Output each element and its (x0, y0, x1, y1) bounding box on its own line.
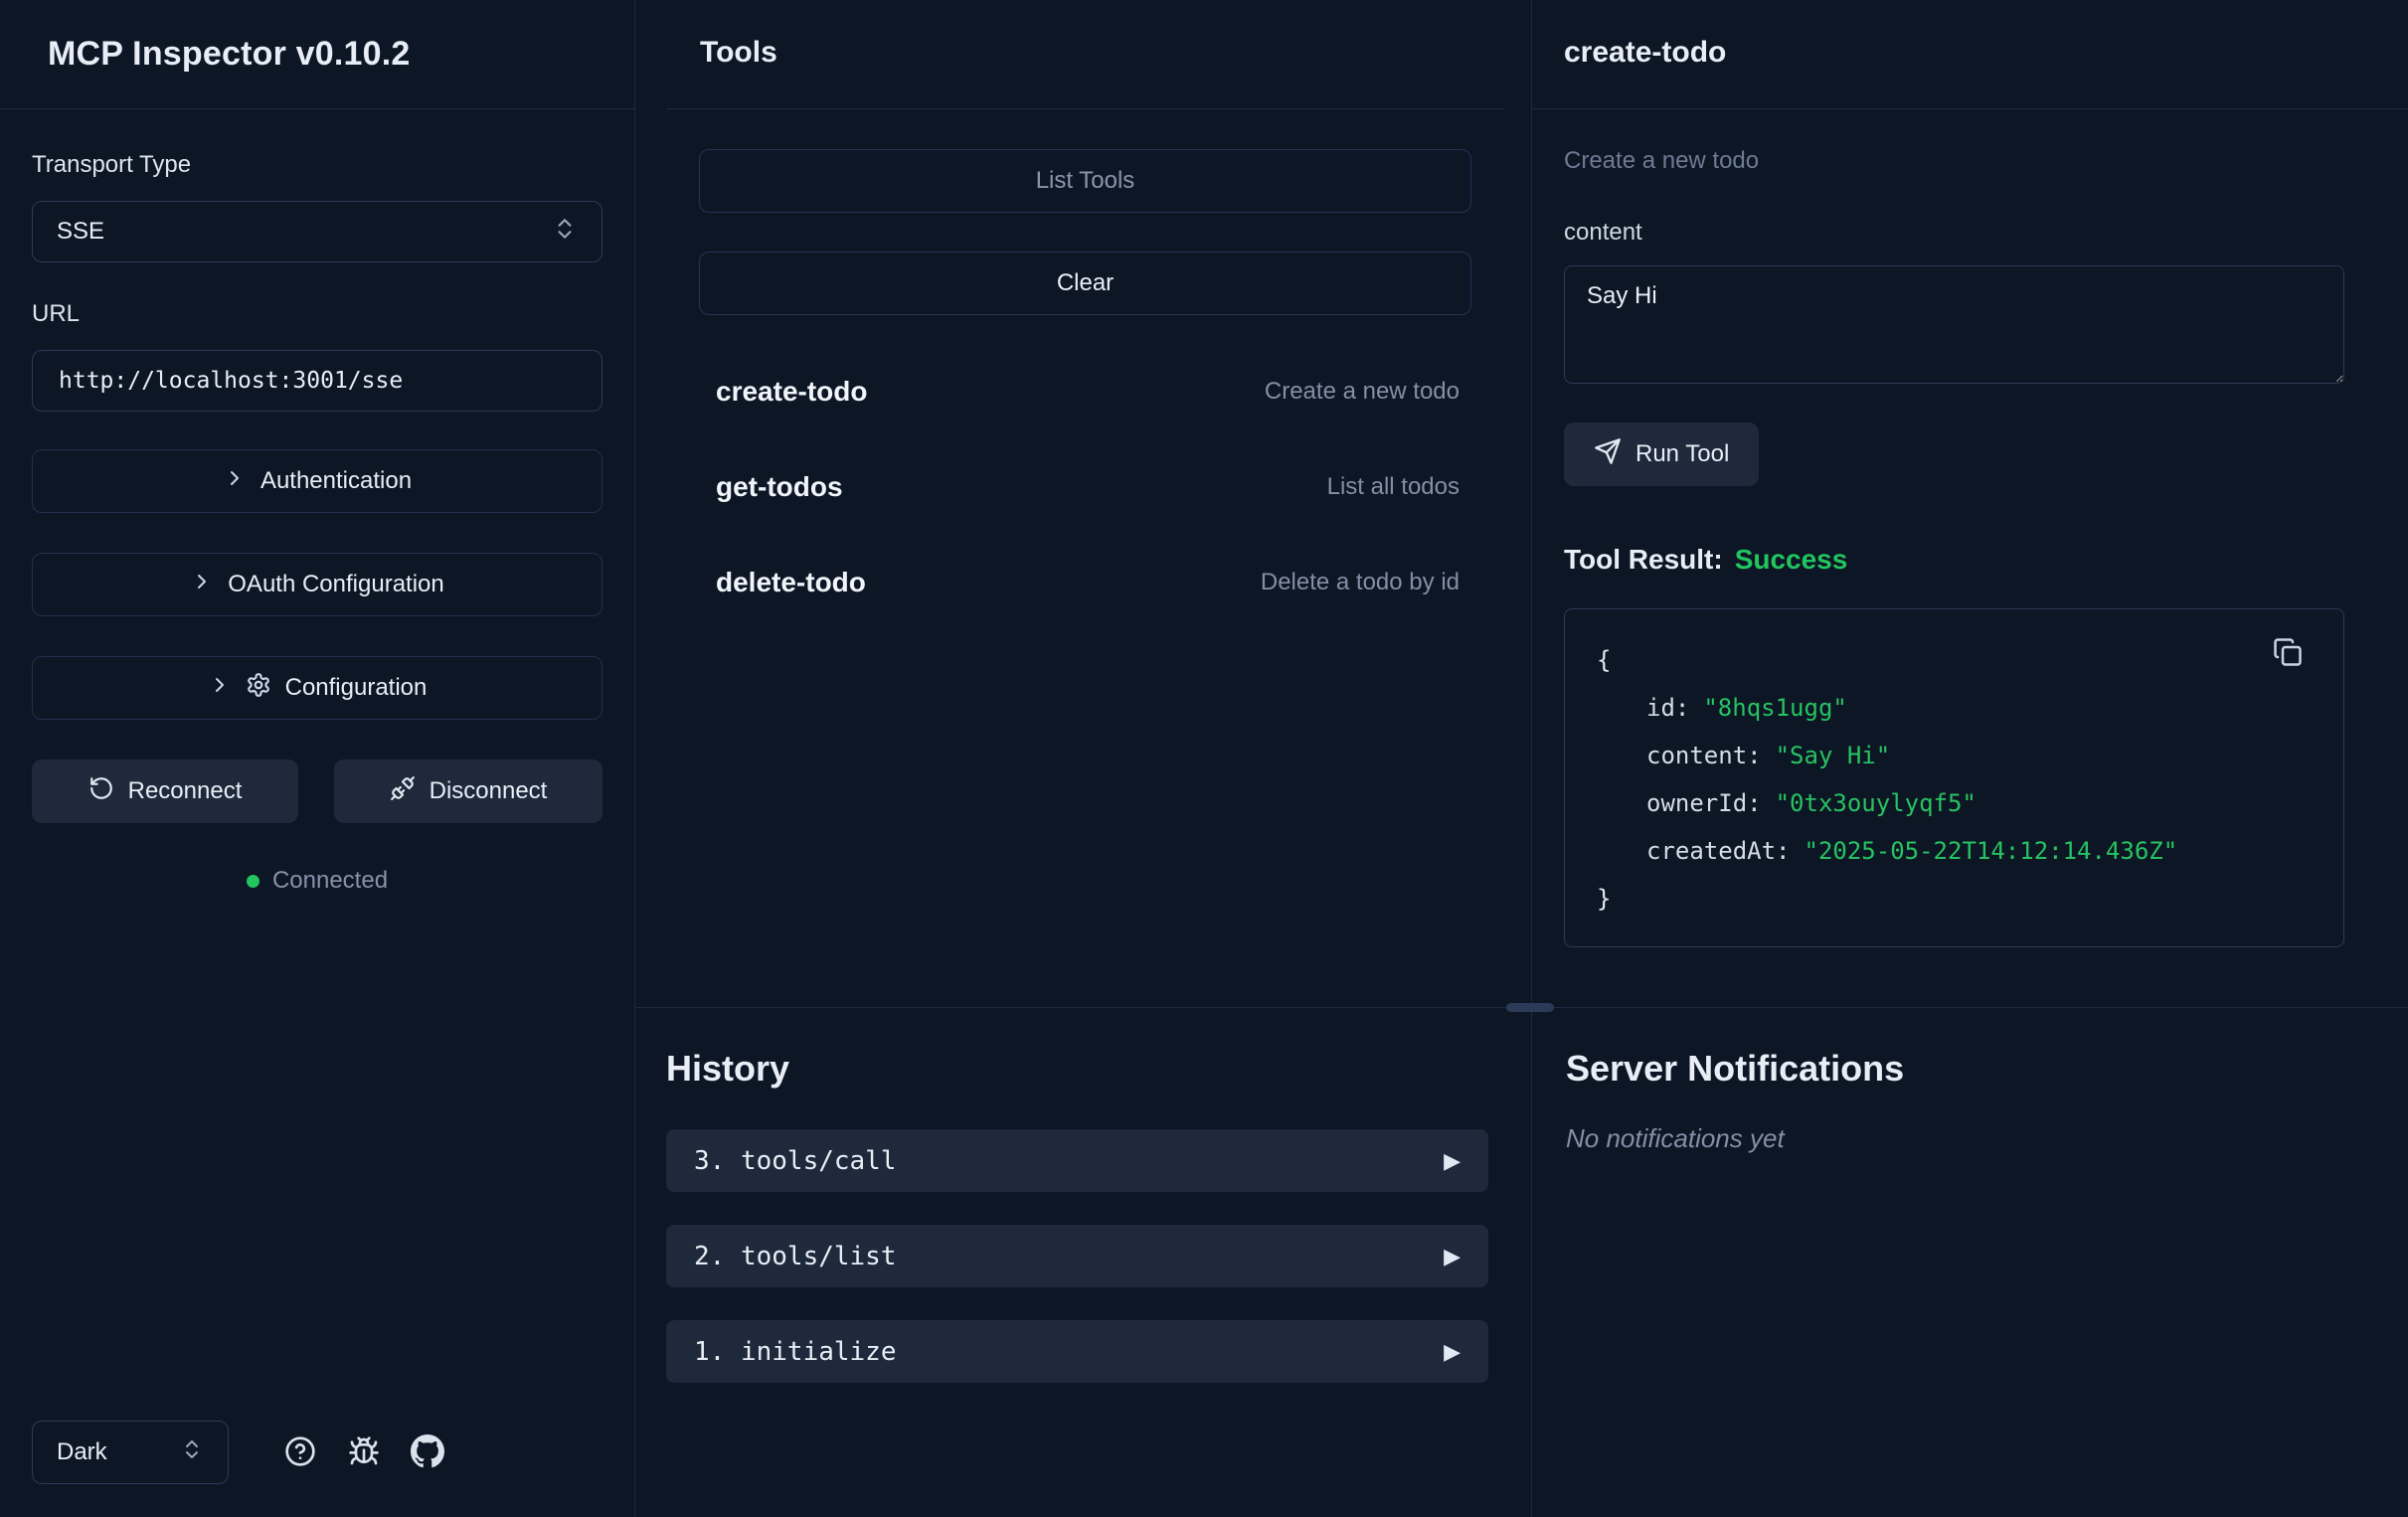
sidebar-header: MCP Inspector v0.10.2 (0, 0, 634, 109)
tool-detail-header: create-todo (1532, 0, 2408, 109)
reconnect-label: Reconnect (128, 777, 243, 805)
connection-status: Connected (32, 867, 602, 895)
github-button[interactable] (396, 1421, 459, 1484)
chevrons-up-down-icon (180, 1437, 204, 1468)
tool-result-label: Tool Result: (1564, 544, 1723, 576)
tool-name: get-todos (716, 471, 843, 503)
history-item-label: 1. initialize (694, 1337, 897, 1367)
expand-icon[interactable]: ▶ (1444, 1244, 1461, 1269)
url-input[interactable] (32, 350, 602, 412)
debug-button[interactable] (332, 1421, 396, 1484)
tools-header: Tools (666, 0, 1505, 109)
tool-detail-panel: create-todo Create a new todo content Sa… (1532, 0, 2408, 1007)
rotate-ccw-icon (88, 775, 114, 808)
expand-icon[interactable]: ▶ (1444, 1339, 1461, 1365)
content-textarea[interactable]: Say Hi (1564, 265, 2344, 384)
oauth-configuration-label: OAuth Configuration (228, 571, 443, 598)
tool-result-status: Success (1735, 544, 1848, 576)
theme-select[interactable]: Dark (32, 1421, 229, 1484)
tools-panel: Tools List Tools Clear create-todo Creat… (635, 0, 1531, 1007)
transport-type-value: SSE (57, 218, 104, 246)
connection-status-text: Connected (272, 867, 388, 895)
disconnect-button[interactable]: Disconnect (334, 759, 602, 823)
no-notifications-text: No notifications yet (1566, 1123, 2408, 1154)
history-list: 3. tools/call ▶ 2. tools/list ▶ 1. initi… (666, 1129, 1488, 1383)
tool-name: create-todo (716, 376, 867, 408)
json-value: "Say Hi" (1776, 742, 1891, 769)
clear-button[interactable]: Clear (699, 252, 1471, 315)
sidebar: MCP Inspector v0.10.2 Transport Type SSE… (0, 0, 635, 1517)
history-item-tools-list[interactable]: 2. tools/list ▶ (666, 1225, 1488, 1287)
history-title: History (666, 1048, 1488, 1090)
list-tools-button[interactable]: List Tools (699, 149, 1471, 213)
chevron-right-icon (208, 673, 232, 704)
sidebar-footer: Dark (32, 1421, 459, 1484)
server-notifications-title: Server Notifications (1566, 1048, 2408, 1090)
app-title: MCP Inspector v0.10.2 (48, 35, 411, 74)
authentication-label: Authentication (260, 467, 412, 495)
copy-button[interactable] (2266, 631, 2310, 675)
github-icon (411, 1434, 444, 1471)
transport-type-label: Transport Type (32, 151, 602, 179)
chevron-right-icon (190, 570, 214, 600)
json-open-brace: { (1597, 646, 1611, 674)
tool-description: List all todos (1327, 473, 1460, 501)
tool-name: delete-todo (716, 567, 866, 598)
app-root: MCP Inspector v0.10.2 Transport Type SSE… (0, 0, 2408, 1517)
server-notifications-panel: Server Notifications No notifications ye… (1532, 1008, 2408, 1517)
tool-description: Create a new todo (1265, 378, 1460, 406)
history-panel: History 3. tools/call ▶ 2. tools/list ▶ … (635, 1008, 1531, 1517)
url-label: URL (32, 300, 602, 328)
oauth-configuration-toggle[interactable]: OAuth Configuration (32, 553, 602, 616)
json-key: ownerId: (1646, 789, 1762, 817)
transport-type-select[interactable]: SSE (32, 201, 602, 262)
bug-icon (348, 1435, 380, 1470)
tool-row-delete-todo[interactable]: delete-todo Delete a todo by id (635, 535, 1531, 630)
json-value: "8hqs1ugg" (1703, 694, 1847, 722)
help-button[interactable] (268, 1421, 332, 1484)
disconnect-label: Disconnect (430, 777, 548, 805)
json-key: content: (1646, 742, 1762, 769)
tool-row-create-todo[interactable]: create-todo Create a new todo (635, 344, 1531, 439)
gear-icon (246, 672, 271, 705)
selected-tool-title: create-todo (1564, 36, 1726, 70)
copy-icon (2273, 637, 2303, 670)
connected-dot-icon (247, 875, 259, 888)
configuration-label: Configuration (285, 674, 428, 702)
json-value: "0tx3ouylyqf5" (1776, 789, 1977, 817)
unplug-icon (390, 775, 416, 808)
history-item-label: 2. tools/list (694, 1242, 897, 1271)
history-item-tools-call[interactable]: 3. tools/call ▶ (666, 1129, 1488, 1192)
tool-description: Delete a todo by id (1261, 569, 1460, 596)
authentication-toggle[interactable]: Authentication (32, 449, 602, 513)
json-key: id: (1646, 694, 1689, 722)
splitter-drag-handle[interactable] (1506, 1003, 1554, 1012)
reconnect-button[interactable]: Reconnect (32, 759, 298, 823)
expand-icon[interactable]: ▶ (1444, 1148, 1461, 1174)
json-close-brace: } (1597, 885, 1611, 913)
sidebar-body: Transport Type SSE URL Authentication (0, 109, 634, 895)
content-field-label: content (1564, 219, 2344, 247)
json-key: createdAt: (1646, 837, 1791, 865)
history-item-initialize[interactable]: 1. initialize ▶ (666, 1320, 1488, 1383)
chevrons-up-down-icon (552, 216, 578, 249)
send-icon (1594, 437, 1622, 472)
tool-row-get-todos[interactable]: get-todos List all todos (635, 439, 1531, 535)
configuration-toggle[interactable]: Configuration (32, 656, 602, 720)
tool-list: create-todo Create a new todo get-todos … (635, 344, 1531, 630)
run-tool-label: Run Tool (1635, 440, 1729, 468)
selected-tool-subtitle: Create a new todo (1564, 147, 2344, 175)
help-circle-icon (284, 1435, 316, 1470)
result-json-block: { id: "8hqs1ugg" content: "Say Hi" owner… (1564, 608, 2344, 947)
chevron-right-icon (223, 466, 247, 497)
run-tool-button[interactable]: Run Tool (1564, 422, 1759, 486)
json-value: "2025-05-22T14:12:14.436Z" (1805, 837, 2178, 865)
tools-title: Tools (700, 36, 777, 70)
history-item-label: 3. tools/call (694, 1146, 897, 1176)
theme-value: Dark (57, 1438, 107, 1466)
main-area: Tools List Tools Clear create-todo Creat… (635, 0, 2408, 1517)
